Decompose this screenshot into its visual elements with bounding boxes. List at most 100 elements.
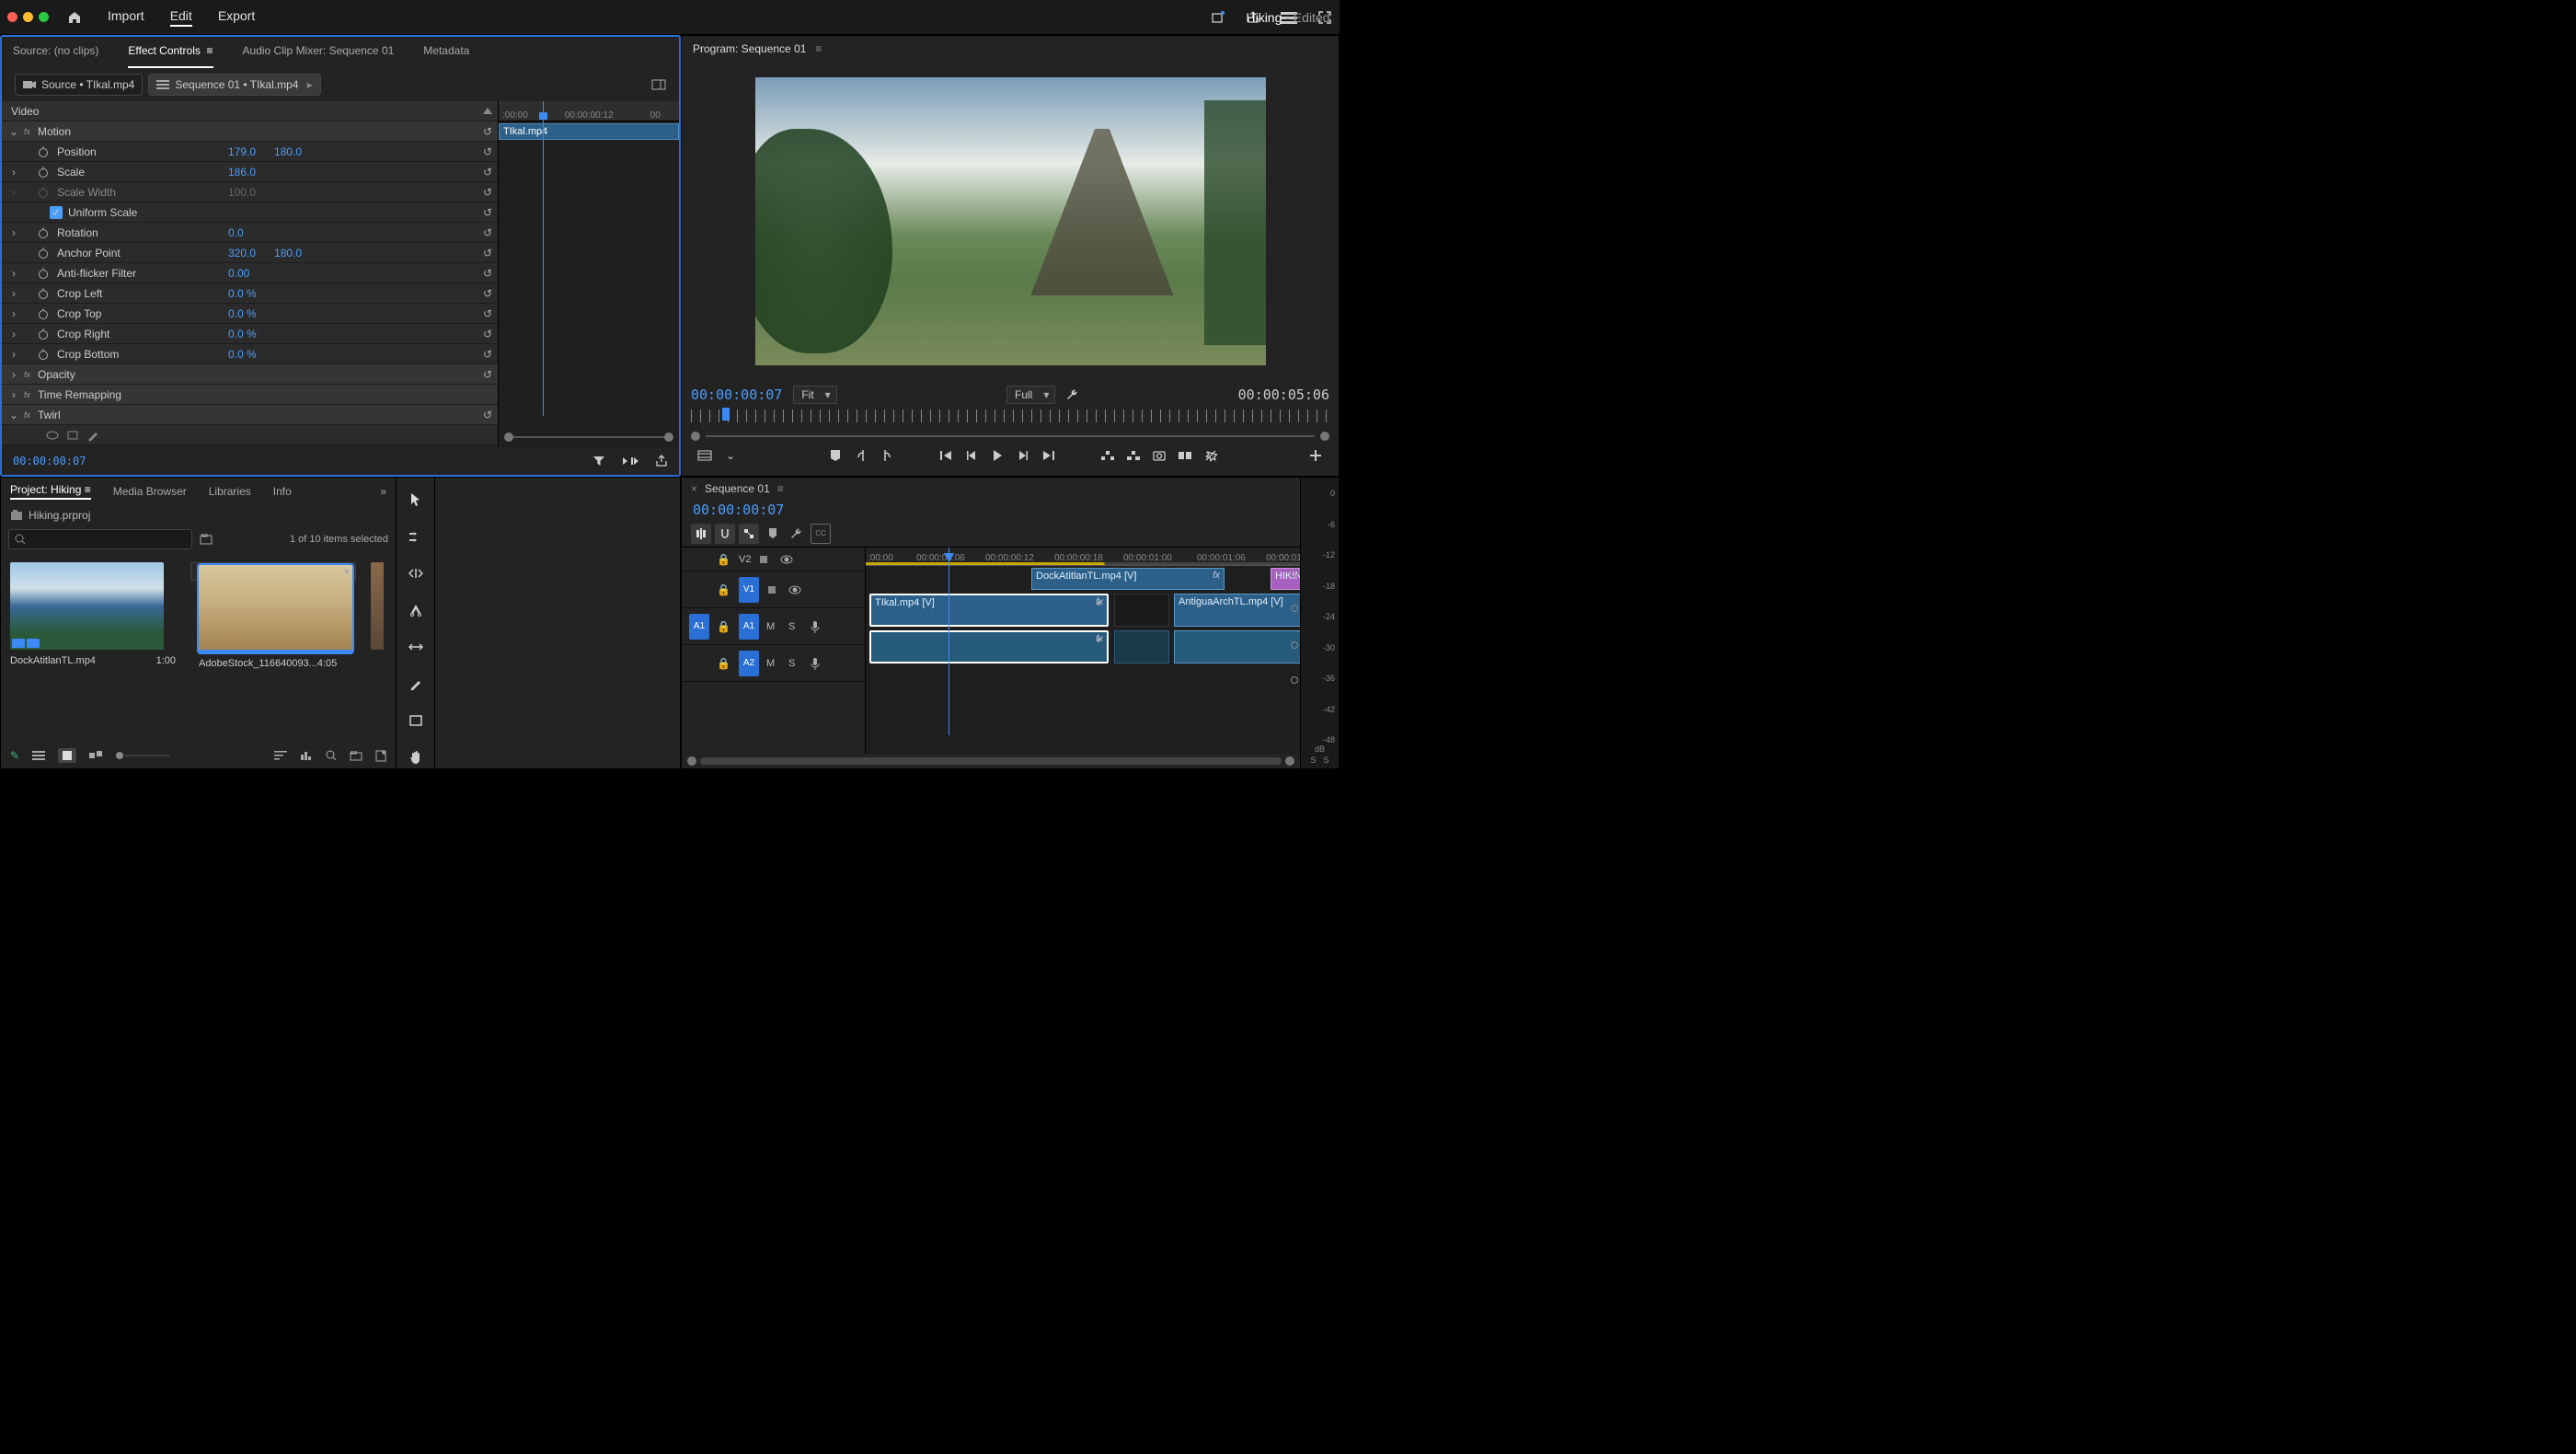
- clip-a1-antigua[interactable]: fx: [1174, 630, 1300, 664]
- stopwatch-icon[interactable]: [37, 226, 50, 239]
- solo-icon[interactable]: S: [788, 658, 803, 669]
- icon-view-icon[interactable]: [58, 748, 76, 763]
- solo-right[interactable]: S: [1324, 756, 1329, 765]
- lock-icon[interactable]: 🔒: [717, 583, 731, 596]
- insert-mode-icon[interactable]: [691, 524, 711, 544]
- track-target-v1[interactable]: V1: [739, 577, 759, 603]
- solo-left[interactable]: S: [1310, 756, 1316, 765]
- program-scrollbar[interactable]: [691, 432, 1329, 441]
- source-patch-a1[interactable]: A1: [689, 614, 709, 640]
- playhead-icon[interactable]: [543, 101, 544, 416]
- lock-icon[interactable]: 🔒: [717, 657, 731, 670]
- program-viewer[interactable]: [682, 62, 1339, 380]
- stopwatch-icon[interactable]: [37, 328, 50, 340]
- add-marker-icon[interactable]: [825, 446, 845, 465]
- project-item[interactable]: AdobeStock_116640093...4:05: [190, 562, 356, 581]
- hand-tool-icon[interactable]: [405, 746, 427, 768]
- prop-uniform-scale[interactable]: ✓Uniform Scale↺: [2, 202, 498, 223]
- prop-antiflicker[interactable]: ›Anti-flicker Filter0.00↺: [2, 263, 498, 283]
- prop-crop-bottom[interactable]: ›Crop Bottom0.0 %↺: [2, 344, 498, 364]
- clip-v1-gap1[interactable]: [1114, 594, 1169, 627]
- go-out-icon[interactable]: [1039, 446, 1059, 465]
- project-item[interactable]: DockAtitlanTL.mp41:00: [10, 562, 176, 733]
- solo-icon[interactable]: S: [788, 621, 803, 632]
- prop-scale[interactable]: ›Scale186.0↺: [2, 162, 498, 182]
- list-view-icon[interactable]: [32, 750, 45, 761]
- twirl-masks[interactable]: [2, 425, 498, 445]
- checkbox-icon[interactable]: ✓: [50, 206, 63, 219]
- slip-tool-icon[interactable]: [405, 636, 427, 658]
- stopwatch-icon[interactable]: [37, 287, 50, 300]
- new-bin-icon[interactable]: [350, 751, 362, 761]
- settings-icon[interactable]: [787, 524, 807, 544]
- tab-project[interactable]: Project: Hiking ≡: [10, 483, 91, 500]
- audio-meters[interactable]: 0-6-12-18-24-30-36-42-48 dB SS: [1300, 478, 1339, 768]
- compare-icon[interactable]: [1175, 446, 1195, 465]
- menu-edit[interactable]: Edit: [170, 8, 192, 27]
- toggle-timeline-icon[interactable]: [651, 79, 666, 90]
- voice-over-icon[interactable]: [811, 657, 825, 670]
- mute-icon[interactable]: M: [766, 658, 781, 669]
- track-output-icon[interactable]: [1291, 676, 1298, 684]
- stopwatch-icon[interactable]: [37, 267, 50, 280]
- mark-in-icon[interactable]: [851, 446, 871, 465]
- close-tab-icon[interactable]: ×: [691, 482, 697, 495]
- fx-off-icon[interactable]: [1201, 446, 1221, 465]
- prop-position[interactable]: Position179.0180.0↺: [2, 142, 498, 162]
- automate-icon[interactable]: [300, 750, 313, 761]
- add-button-icon[interactable]: [1305, 446, 1326, 465]
- razor-tool-icon[interactable]: [405, 599, 427, 621]
- program-timecode-in[interactable]: 00:00:00:07: [691, 387, 782, 403]
- clip-a1-gap[interactable]: [1114, 630, 1169, 664]
- tab-effect-controls[interactable]: Effect Controls ≡: [128, 44, 213, 68]
- write-icon[interactable]: ✎: [10, 749, 19, 762]
- lock-icon[interactable]: 🔒: [717, 620, 731, 633]
- zoom-handle-right[interactable]: [664, 433, 673, 442]
- tab-audio-mixer[interactable]: Audio Clip Mixer: Sequence 01: [243, 44, 395, 68]
- marker-icon[interactable]: [763, 524, 783, 544]
- tab-source[interactable]: Source: (no clips): [13, 44, 98, 68]
- zoom-handle-left[interactable]: [504, 433, 513, 442]
- timeline-content[interactable]: :00:00 00:00:00:06 00:00:00:12 00:00:00:…: [866, 548, 1300, 754]
- filter-icon[interactable]: [592, 455, 605, 467]
- timeline-ruler[interactable]: :00:00 00:00:00:06 00:00:00:12 00:00:00:…: [866, 548, 1300, 566]
- track-output-icon[interactable]: [1291, 641, 1298, 649]
- ec-timecode[interactable]: 00:00:00:07: [13, 455, 86, 467]
- freeform-view-icon[interactable]: [89, 750, 102, 761]
- motion-header[interactable]: ⌄fxMotion↺: [2, 121, 498, 142]
- go-in-icon[interactable]: [936, 446, 956, 465]
- sequence-tab[interactable]: Sequence 01: [705, 482, 770, 495]
- chevron-down-icon[interactable]: ⌄: [720, 446, 741, 465]
- source-chip[interactable]: Source • TIkal.mp4: [15, 74, 143, 96]
- sync-lock-icon[interactable]: [766, 584, 781, 595]
- selection-tool-icon[interactable]: [405, 489, 427, 511]
- menu-import[interactable]: Import: [108, 8, 144, 27]
- track-select-tool-icon[interactable]: [405, 525, 427, 548]
- clip-v1-tikal[interactable]: TIkal.mp4 [V]fx: [869, 594, 1109, 627]
- maximize-icon[interactable]: [39, 12, 49, 22]
- prop-rotation[interactable]: ›Rotation0.0↺: [2, 223, 498, 243]
- twirl-header[interactable]: ⌄fxTwirl↺: [2, 405, 498, 425]
- stopwatch-icon[interactable]: [37, 348, 50, 361]
- sort-icon[interactable]: [274, 750, 287, 761]
- step-back-icon[interactable]: [961, 446, 982, 465]
- find-icon[interactable]: [326, 750, 337, 761]
- sequence-chip[interactable]: Sequence 01 • TIkal.mp4 ▸: [148, 74, 320, 96]
- quick-export-icon[interactable]: [1211, 10, 1225, 25]
- sort-icon[interactable]: [483, 108, 492, 114]
- export-icon[interactable]: [655, 455, 668, 467]
- pen-tool-icon[interactable]: [405, 673, 427, 695]
- timeremap-header[interactable]: ›fxTime Remapping: [2, 385, 498, 405]
- rect-mask-icon[interactable]: [66, 429, 79, 442]
- video-header[interactable]: Video: [2, 101, 498, 121]
- play-icon[interactable]: [987, 446, 1007, 465]
- sync-lock-icon[interactable]: [758, 554, 773, 565]
- track-target-a2[interactable]: A2: [739, 651, 759, 676]
- tab-media-browser[interactable]: Media Browser: [113, 485, 187, 498]
- playhead-icon[interactable]: [722, 408, 730, 421]
- mute-icon[interactable]: M: [766, 621, 781, 632]
- clip-v2-dock[interactable]: DockAtitlanTL.mp4 [V]fx: [1031, 568, 1225, 590]
- rectangle-tool-icon[interactable]: [405, 710, 427, 732]
- safe-margins-icon[interactable]: [695, 446, 715, 465]
- stopwatch-icon[interactable]: [37, 247, 50, 260]
